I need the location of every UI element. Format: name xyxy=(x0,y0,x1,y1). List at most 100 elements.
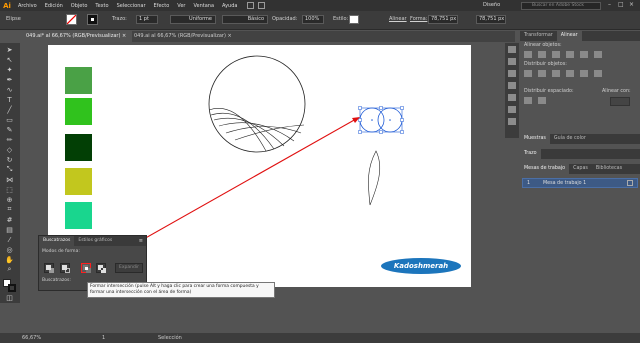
doc-tab-2[interactable]: 049.ai al 66,67% (RGB/Previsualizar) × xyxy=(128,31,238,42)
tab-graphic-styles[interactable]: Estilos gráficos xyxy=(74,236,116,246)
tab-libraries[interactable]: Bibliotecas xyxy=(592,164,626,174)
align-vcenter-icon[interactable] xyxy=(580,51,588,58)
align-hcenter-icon[interactable] xyxy=(538,51,546,58)
dist-right-icon[interactable] xyxy=(594,70,602,77)
tab-swatches[interactable]: Muestras xyxy=(520,134,550,144)
line-tool-icon[interactable]: ╱ xyxy=(4,105,15,114)
align-bottom-icon[interactable] xyxy=(594,51,602,58)
curvature-tool-icon[interactable]: ∿ xyxy=(4,85,15,94)
zoom-tool-icon[interactable]: ⌕ xyxy=(4,265,15,274)
bridge-icon[interactable] xyxy=(247,2,255,9)
free-transform-icon[interactable]: ⬚ xyxy=(4,185,15,194)
tab-stroke[interactable]: Trazo xyxy=(520,149,541,159)
color-icon[interactable] xyxy=(508,70,516,77)
magic-wand-icon[interactable]: ✦ xyxy=(4,65,15,74)
dist-bottom-icon[interactable] xyxy=(552,70,560,77)
zoom-level[interactable]: 66,67% xyxy=(22,335,41,341)
menu-ventana[interactable]: Ventana xyxy=(189,3,218,9)
dist-top-icon[interactable] xyxy=(524,70,532,77)
close-tab-icon[interactable]: × xyxy=(122,33,126,39)
intersect-button[interactable] xyxy=(81,263,91,273)
opacity-field[interactable]: 100% xyxy=(302,15,324,24)
tab-layers[interactable]: Capas xyxy=(569,164,592,174)
properties-icon[interactable] xyxy=(508,46,516,53)
mesh-tool-icon[interactable]: # xyxy=(4,215,15,224)
artboard-number[interactable]: 1 xyxy=(102,335,105,341)
brush-definition[interactable]: Básico xyxy=(222,15,268,24)
gradient-tool-icon[interactable]: ▤ xyxy=(4,225,15,234)
tab-pathfinder[interactable]: Buscatrazos xyxy=(39,236,75,246)
stroke-swatch[interactable] xyxy=(87,14,98,25)
shape-link[interactable]: Forma: xyxy=(410,16,427,22)
tab-align[interactable]: Alinear xyxy=(556,31,582,41)
rotate-tool-icon[interactable]: ↻ xyxy=(4,155,15,164)
menu-archivo[interactable]: Archivo xyxy=(14,3,41,9)
libraries-icon[interactable] xyxy=(508,58,516,65)
minus-front-button[interactable] xyxy=(60,263,70,273)
arrange-documents-icon[interactable] xyxy=(258,2,266,9)
stroke-color-icon[interactable] xyxy=(8,284,16,292)
draw-mode-icon[interactable]: ◫ xyxy=(4,293,15,302)
appearance-icon[interactable] xyxy=(508,106,516,113)
minimize-icon[interactable]: – xyxy=(608,1,611,8)
circle-drawing[interactable] xyxy=(208,55,306,153)
dist-vcenter-icon[interactable] xyxy=(538,70,546,77)
tab-transform[interactable]: Transformar xyxy=(520,31,557,41)
artboard-row[interactable]: 1 Mesa de trabajo 1 xyxy=(522,178,638,188)
variable-width-profile[interactable]: Uniforme xyxy=(170,15,216,24)
symbols-icon[interactable] xyxy=(508,94,516,101)
close-icon[interactable]: × xyxy=(629,1,634,8)
height-field[interactable]: 78,751 px xyxy=(476,15,506,24)
selection-tool-icon[interactable]: ➤ xyxy=(4,45,15,54)
rectangle-tool-icon[interactable]: ▭ xyxy=(4,115,15,124)
tab-artboards[interactable]: Mesas de trabajo xyxy=(520,164,570,174)
menu-edicion[interactable]: Edición xyxy=(41,3,67,9)
expand-button[interactable]: Expandir xyxy=(115,263,143,273)
brushes-icon[interactable] xyxy=(508,82,516,89)
align-left-icon[interactable] xyxy=(524,51,532,58)
align-top-icon[interactable] xyxy=(566,51,574,58)
current-tool-readout[interactable]: Selección xyxy=(158,335,182,341)
pen-tool-icon[interactable]: ✒ xyxy=(4,75,15,84)
space-vertical-icon[interactable] xyxy=(524,97,532,104)
eyedropper-icon[interactable]: ⁄ xyxy=(4,235,15,244)
menu-seleccionar[interactable]: Seleccionar xyxy=(113,3,150,9)
paintbrush-tool-icon[interactable]: ✎ xyxy=(4,125,15,134)
pencil-tool-icon[interactable]: ✏ xyxy=(4,135,15,144)
artboard-options-icon[interactable] xyxy=(627,180,633,186)
workspace-switcher[interactable]: Diseño xyxy=(483,2,500,8)
panel-menu-icon[interactable]: ≡ xyxy=(139,238,146,244)
menu-texto[interactable]: Texto xyxy=(91,3,112,9)
type-tool-icon[interactable]: T xyxy=(4,95,15,104)
selected-circles[interactable] xyxy=(358,106,404,134)
unite-button[interactable] xyxy=(44,263,54,273)
tab-color-guide[interactable]: Guía de color xyxy=(550,134,590,144)
graphic-style-swatch[interactable] xyxy=(349,15,359,24)
eraser-tool-icon[interactable]: ◇ xyxy=(4,145,15,154)
align-to-dropdown[interactable] xyxy=(610,97,630,106)
stroke-weight-field[interactable]: 1 pt xyxy=(136,15,158,24)
shape-builder-icon[interactable]: ⊕ xyxy=(4,195,15,204)
exclude-button[interactable] xyxy=(96,263,106,273)
close-tab-icon[interactable]: × xyxy=(228,33,232,39)
dist-left-icon[interactable] xyxy=(566,70,574,77)
menu-ver[interactable]: Ver xyxy=(173,3,189,9)
menu-ayuda[interactable]: Ayuda xyxy=(218,3,241,9)
maximize-icon[interactable]: □ xyxy=(618,1,624,8)
stock-search-input[interactable]: Buscar en Adobe Stock xyxy=(521,2,601,10)
blend-tool-icon[interactable]: ◎ xyxy=(4,245,15,254)
leaf-shape[interactable] xyxy=(368,150,381,206)
menu-efecto[interactable]: Efecto xyxy=(150,3,174,9)
scale-tool-icon[interactable]: ⤡ xyxy=(4,165,15,174)
width-tool-icon[interactable]: ⋈ xyxy=(4,175,15,184)
fill-swatch[interactable] xyxy=(66,14,77,25)
kadoshmerah-badge[interactable]: Kadoshmerah xyxy=(381,258,461,274)
align-link[interactable]: Alinear xyxy=(389,16,407,22)
align-right-icon[interactable] xyxy=(552,51,560,58)
menu-objeto[interactable]: Objeto xyxy=(67,3,92,9)
transparency-icon[interactable] xyxy=(508,118,516,125)
doc-tab-active[interactable]: 049.ai* al 66,67% (RGB/Previsualizar) × xyxy=(20,31,133,42)
width-field[interactable]: 78,751 px xyxy=(428,15,458,24)
space-horizontal-icon[interactable] xyxy=(538,97,546,104)
hand-tool-icon[interactable]: ✋ xyxy=(4,255,15,264)
